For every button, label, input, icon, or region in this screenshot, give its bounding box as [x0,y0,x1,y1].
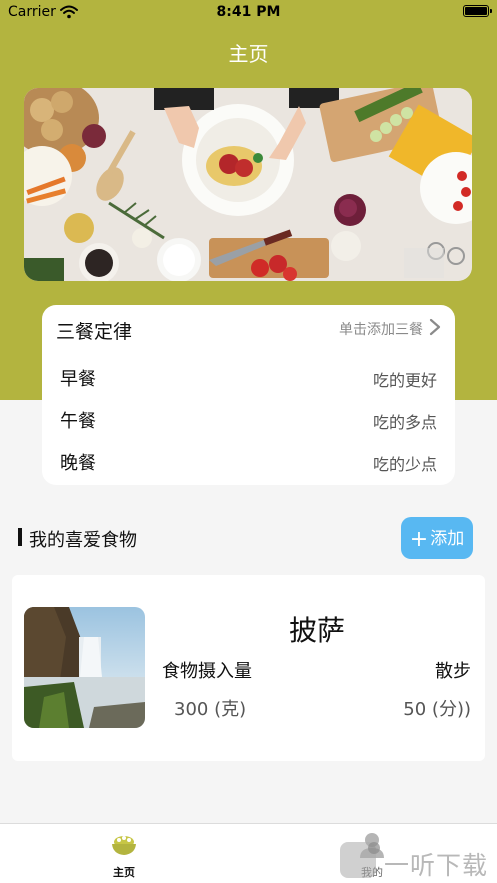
watermark: 一听下载 [338,838,497,883]
intake-label: 食物摄入量 [162,661,252,682]
tab-home-label: 主页 [113,866,135,879]
chevron-right-icon[interactable] [429,318,441,340]
tab-home[interactable]: 主页 [74,832,174,882]
banner-image [24,88,472,281]
food-image [24,607,145,728]
bowl-icon [110,836,138,862]
food-card[interactable]: 披萨 食物摄入量 散步 300 (克) 50 (分)) [12,575,485,761]
meal-tip: 吃的多点 [372,413,437,432]
status-time: 8:41 PM [216,4,281,20]
favorite-foods-title: 我的喜爱食物 [29,530,137,551]
meal-row-breakfast: 早餐 吃的更好 [60,365,437,393]
meal-tip: 吃的更好 [372,371,437,390]
add-meals-hint[interactable]: 单击添加三餐 [339,319,423,339]
meal-row-dinner: 晚餐 吃的少点 [60,449,437,477]
battery-icon [463,5,492,17]
meal-name: 晚餐 [60,453,96,474]
meal-tip: 吃的少点 [372,455,437,474]
meal-row-lunch: 午餐 吃的多点 [60,407,437,435]
page-title: 主页 [228,42,269,66]
meal-rules-title: 三餐定律 [56,321,133,343]
walk-label: 散步 [435,661,471,682]
intake-value: 300 (克) [174,699,247,720]
meal-name: 午餐 [60,411,96,432]
add-food-button[interactable]: + 添加 [401,517,473,559]
meal-rules-card[interactable]: 三餐定律 单击添加三餐 早餐 吃的更好 午餐 吃的多点 晚餐 吃的少点 [42,305,455,485]
watermark-logo-icon [340,842,380,878]
add-food-label: 添加 [430,529,465,549]
meal-name: 早餐 [60,369,96,390]
food-name: 披萨 [288,614,345,647]
walk-value: 50 (分)) [403,699,471,720]
status-bar: Carrier 8:41 PM [0,0,497,26]
watermark-text: 一听下载 [384,851,489,880]
section-marker [18,528,22,546]
plus-icon: + [409,527,429,552]
